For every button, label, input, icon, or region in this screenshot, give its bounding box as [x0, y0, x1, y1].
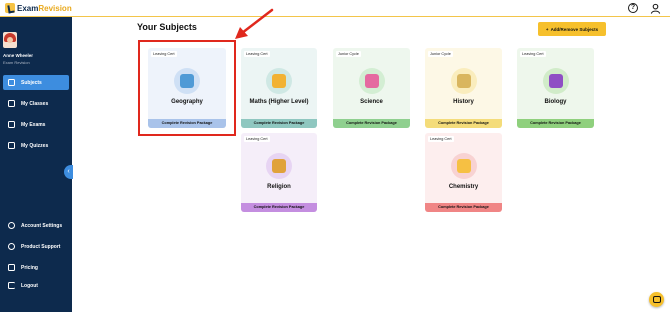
cell-icon	[542, 68, 569, 94]
card-level-tag: Leaving Cert	[244, 51, 270, 57]
subject-name: Religion	[267, 184, 291, 190]
subject-card-science[interactable]: Junior Cycle Science Complete Revision P…	[333, 48, 410, 128]
brand-name: ExamRevision	[17, 3, 72, 13]
sidebar-item-label: Pricing	[21, 264, 38, 271]
sidebar-item-label: Account Settings	[21, 222, 63, 229]
subject-card-biology[interactable]: Leaving Cert Biology Complete Revision P…	[517, 48, 594, 128]
sidebar-item-my-classes[interactable]: My Classes	[3, 96, 69, 111]
card-level-tag: Leaving Cert	[244, 136, 270, 142]
sidebar-item-my-exams[interactable]: My Exams	[3, 117, 69, 132]
user-icon[interactable]	[650, 3, 661, 14]
calculator-icon	[266, 68, 292, 94]
logo-icon	[5, 3, 15, 13]
page-title: Your Subjects	[137, 22, 197, 32]
red-arrow-annotation	[235, 8, 274, 39]
card-level-tag: Leaving Cert	[520, 51, 546, 57]
highlight-box	[138, 40, 236, 136]
sidebar-item-label: Subjects	[21, 79, 42, 86]
subject-card-chemistry[interactable]: Leaving Cert Chemistry Complete Revision…	[425, 133, 502, 212]
sidebar-item-account-settings[interactable]: Account Settings	[3, 218, 69, 233]
card-icon	[8, 264, 15, 271]
card-footer-label: Complete Revision Package	[517, 119, 594, 128]
sidebar-item-label: My Quizzes	[21, 142, 49, 149]
sidebar-item-product-support[interactable]: Product Support	[3, 239, 69, 254]
user-subtitle: Exam Revision	[3, 60, 30, 65]
subject-card-history[interactable]: Junior Cycle History Complete Revision P…	[425, 48, 502, 128]
sidebar-item-logout[interactable]: Logout	[3, 278, 69, 293]
sidebar: Anne Wheeler Exam Revision Subjects My C…	[0, 17, 72, 312]
sidebar-item-label: Logout	[21, 282, 38, 289]
card-level-tag: Leaving Cert	[428, 136, 454, 142]
user-name: Anne Wheeler	[3, 53, 34, 58]
beaker-icon	[450, 153, 477, 179]
sidebar-item-label: My Exams	[21, 121, 46, 128]
add-remove-subjects-label: Add/Remove Subjects	[550, 26, 599, 32]
add-remove-subjects-button[interactable]: + Add/Remove Subjects	[538, 22, 606, 36]
logout-icon	[8, 282, 15, 289]
subject-name: History	[453, 99, 474, 105]
brand-logo[interactable]: ExamRevision	[5, 3, 72, 13]
lotus-icon	[266, 153, 292, 179]
book-icon	[8, 79, 15, 86]
subject-name: Maths (Higher Level)	[249, 99, 309, 105]
top-bar: ExamRevision ?	[0, 0, 670, 17]
card-footer-label: Complete Revision Package	[241, 119, 317, 128]
subject-name: Science	[360, 99, 383, 105]
sidebar-item-label: My Classes	[21, 100, 49, 107]
checkbox-icon	[8, 142, 15, 149]
subject-name: Chemistry	[448, 184, 479, 190]
help-icon	[8, 243, 15, 250]
plus-icon: +	[545, 26, 549, 32]
users-icon	[8, 100, 15, 107]
sidebar-collapse-button[interactable]: ‹	[64, 165, 73, 179]
card-level-tag: Junior Cycle	[336, 51, 361, 57]
question-circle-icon[interactable]: ?	[628, 3, 638, 13]
subject-card-religion[interactable]: Leaving Cert Religion Complete Revision …	[241, 133, 317, 212]
chat-button[interactable]	[649, 292, 664, 307]
sidebar-item-label: Product Support	[21, 243, 61, 250]
card-footer-label: Complete Revision Package	[333, 119, 410, 128]
card-footer-label: Complete Revision Package	[425, 119, 502, 128]
sidebar-item-pricing[interactable]: Pricing	[3, 260, 69, 275]
card-footer-label: Complete Revision Package	[425, 203, 502, 212]
card-level-tag: Junior Cycle	[428, 51, 453, 57]
card-footer-label: Complete Revision Package	[241, 203, 317, 212]
avatar[interactable]	[3, 32, 17, 48]
flask-icon	[358, 68, 385, 94]
subject-card-maths[interactable]: Leaving Cert Maths (Higher Level) Comple…	[241, 48, 317, 128]
sidebar-item-my-quizzes[interactable]: My Quizzes	[3, 138, 69, 153]
subject-name: Biology	[544, 99, 567, 105]
gear-icon	[8, 222, 15, 229]
file-icon	[8, 121, 15, 128]
column-icon	[450, 68, 477, 94]
sidebar-item-subjects[interactable]: Subjects	[3, 75, 69, 90]
